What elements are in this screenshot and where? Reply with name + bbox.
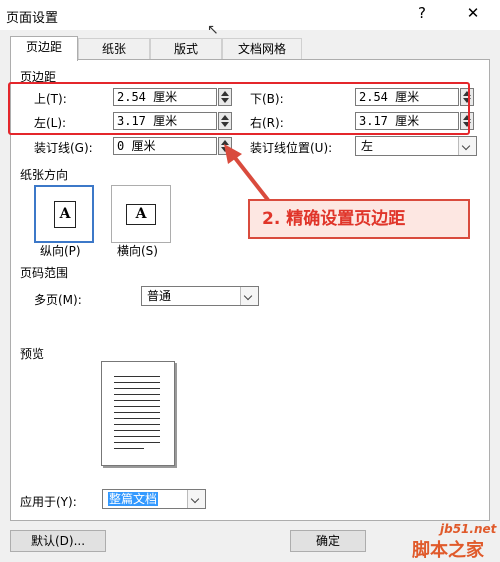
preview-text-line xyxy=(114,388,160,389)
help-button[interactable]: ? xyxy=(410,4,434,22)
preview-text-line xyxy=(114,436,160,437)
tab-layout[interactable]: 版式 xyxy=(150,38,222,59)
preview-text-line xyxy=(114,394,160,395)
multiple-pages-label: 多页(M): xyxy=(34,293,82,307)
preview-text-line xyxy=(114,406,160,407)
landscape-page-icon: A xyxy=(126,204,156,225)
multiple-pages-select[interactable]: 普通 xyxy=(141,286,259,306)
preview-text-line xyxy=(114,412,160,413)
preview-text-line xyxy=(114,430,160,431)
gutter-position-value: 左 xyxy=(361,139,374,153)
apply-to-select[interactable]: 整篇文档 xyxy=(102,489,206,509)
preview-text-line xyxy=(114,382,160,383)
annotation-callout: 2. 精确设置页边距 xyxy=(248,199,470,239)
gutter-label: 装订线(G): xyxy=(34,141,93,155)
preview-text-line xyxy=(114,376,160,377)
multiple-pages-value: 普通 xyxy=(147,289,172,303)
preview-section-title: 预览 xyxy=(20,347,45,361)
tab-document-grid[interactable]: 文档网格 xyxy=(222,38,302,59)
margin-highlight-box xyxy=(8,82,470,135)
gutter-position-select[interactable]: 左 xyxy=(355,136,477,156)
preview-page xyxy=(101,361,175,466)
landscape-label: 横向(S) xyxy=(117,244,158,258)
pages-section-title: 页码范围 xyxy=(20,266,69,280)
close-button[interactable]: ✕ xyxy=(461,4,485,22)
portrait-page-icon: A xyxy=(54,201,76,228)
preview-text-line xyxy=(114,400,160,401)
chevron-down-icon xyxy=(458,137,476,155)
preview-text-line xyxy=(114,442,160,443)
preview-text-line xyxy=(114,418,160,419)
portrait-button[interactable]: A xyxy=(34,185,94,243)
tab-margins[interactable]: 页边距 xyxy=(10,36,78,61)
portrait-label: 纵向(P) xyxy=(40,244,81,258)
apply-to-value: 整篇文档 xyxy=(108,492,159,506)
ok-button[interactable]: 确定 xyxy=(290,530,366,552)
window-title: 页面设置 xyxy=(6,11,59,26)
preview-text-line xyxy=(114,424,160,425)
default-button[interactable]: 默认(D)... xyxy=(10,530,106,552)
chevron-down-icon xyxy=(187,490,205,508)
mouse-cursor-icon: ↖ xyxy=(207,22,219,38)
chevron-down-icon xyxy=(240,287,258,305)
tab-paper[interactable]: 纸张 xyxy=(78,38,150,59)
apply-to-label: 应用于(Y): xyxy=(20,495,77,509)
orientation-section-title: 纸张方向 xyxy=(20,168,69,182)
watermark-brand: 脚本之家 xyxy=(412,540,484,561)
preview-text-line xyxy=(114,448,144,449)
watermark-site: jb51.net xyxy=(440,522,497,536)
gutter-input[interactable]: 0 厘米 xyxy=(113,137,217,155)
landscape-button[interactable]: A xyxy=(111,185,171,243)
